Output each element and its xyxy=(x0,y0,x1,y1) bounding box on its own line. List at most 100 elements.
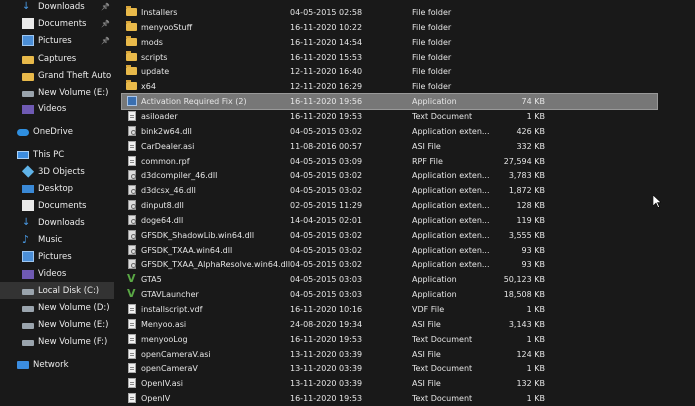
sidebar-item-label: Network xyxy=(33,359,69,370)
file-icon xyxy=(126,317,137,332)
file-size: 426 KB xyxy=(516,126,545,136)
file-size xyxy=(500,20,545,35)
file-row[interactable]: Installers 04-05-2015 02:58 File folder xyxy=(122,5,657,20)
file-size: 93 KB xyxy=(521,245,545,255)
file-date-modified: 16-11-2020 10:22 xyxy=(290,22,363,32)
drive-icon xyxy=(22,340,34,346)
file-row[interactable]: installscript.vdf 16-11-2020 10:16 VDF Fil… xyxy=(122,302,657,317)
file-row[interactable]: asiloader 16-11-2020 19:53 Text Document 1 … xyxy=(122,109,657,124)
file-row[interactable]: menyooLog 16-11-2020 19:53 Text Document 1 … xyxy=(122,332,657,347)
file-date-modified: 02-05-2015 11:29 xyxy=(290,201,363,211)
sidebar-item-label: This PC xyxy=(33,149,65,160)
sidebar-item-grand-theft-auto-v[interactable]: Grand Theft Auto V xyxy=(0,67,114,84)
dll-file-icon xyxy=(126,183,137,198)
sidebar-item-downloads[interactable]: ↓ Downloads xyxy=(0,214,114,231)
sidebar-item-videos[interactable]: Videos xyxy=(0,100,114,117)
file-icon xyxy=(126,109,137,124)
file-row[interactable]: openCameraV.asi 13-11-2020 03:39 ASI File 1… xyxy=(122,347,657,362)
sidebar-item-label: Desktop xyxy=(38,183,74,194)
sidebar-item-label: Music xyxy=(38,234,63,245)
file-type: Application exten... xyxy=(412,245,490,255)
file-date-modified: 16-11-2020 19:53 xyxy=(290,111,363,121)
sidebar-item-downloads[interactable]: ↓ Downloads 📌 xyxy=(0,0,114,15)
file-row[interactable]: common.rpf 04-05-2015 03:09 RPF File 27,594… xyxy=(122,154,657,169)
file-row[interactable]: GFSDK_ShadowLib.win64.dll 04-05-2015 03:0… xyxy=(122,228,657,243)
file-type: ASI File xyxy=(412,379,441,389)
sidebar-item-this-pc[interactable]: This PC xyxy=(0,146,114,163)
file-row[interactable]: update 12-11-2020 16:40 File folder xyxy=(122,64,657,79)
file-size xyxy=(500,64,545,79)
file-row[interactable]: d3dcsx_46.dll 04-05-2015 03:02 Application… xyxy=(122,183,657,198)
file-row[interactable]: mods 16-11-2020 14:54 File folder xyxy=(122,35,657,50)
sidebar-item-videos[interactable]: Videos xyxy=(0,265,114,282)
file-row[interactable]: Menyoo.asi 24-08-2020 19:34 ASI File 3,143 … xyxy=(122,317,657,332)
sidebar-item-new-volume-f[interactable]: New Volume (F:) xyxy=(0,333,114,350)
file-row[interactable]: d3dcompiler_46.dll 04-05-2015 03:02 Applic… xyxy=(122,168,657,183)
file-type: Application exten... xyxy=(412,260,490,270)
sidebar-item-label: Local Disk (C:) xyxy=(38,285,100,296)
sidebar-item-onedrive[interactable]: OneDrive xyxy=(0,123,114,140)
file-row[interactable]: GFSDK_TXAA_AlphaResolve.win64.dll 04-05-2… xyxy=(122,257,657,272)
file-row[interactable]: x64 12-11-2020 16:29 File folder xyxy=(122,79,657,94)
file-row[interactable]: Activation Required Fix (2) 16-11-2020 19… xyxy=(121,93,658,111)
sidebar-item-label: Pictures xyxy=(38,35,72,46)
file-row[interactable]: GFSDK_TXAA.win64.dll 04-05-2015 03:02 Appl… xyxy=(122,243,657,258)
sidebar-item-label: New Volume (F:) xyxy=(38,336,108,347)
pictures-icon xyxy=(22,251,34,262)
3d-objects-icon xyxy=(21,165,35,178)
sidebar-item-label: New Volume (D:) xyxy=(38,302,110,313)
file-date-modified: 16-11-2020 14:54 xyxy=(290,37,363,47)
sidebar-item-label: Downloads xyxy=(38,217,85,228)
file-date-modified: 13-11-2020 03:39 xyxy=(290,349,363,359)
sidebar-item-network[interactable]: Network xyxy=(0,356,114,373)
file-row[interactable]: menyooStuff 16-11-2020 10:22 File folder xyxy=(122,20,657,35)
drive-icon xyxy=(22,289,34,295)
file-name: GFSDK_ShadowLib.win64.dll xyxy=(141,230,255,240)
desktop-icon xyxy=(22,185,34,193)
sidebar-item-new-volume-d[interactable]: New Volume (D:) xyxy=(0,299,114,316)
documents-icon xyxy=(22,200,34,211)
file-row[interactable]: bink2w64.dll 04-05-2015 03:02 Application … xyxy=(122,124,657,139)
sidebar-item-new-volume-e[interactable]: New Volume (E:) xyxy=(0,84,114,101)
file-row[interactable]: V GTAVLauncher 04-05-2015 03:03 Application… xyxy=(122,287,657,302)
folder-icon xyxy=(126,64,137,79)
file-type: Application exten... xyxy=(412,126,490,136)
drive-icon xyxy=(22,306,34,312)
file-row[interactable]: CarDealer.asi 11-08-2016 00:57 ASI File 332… xyxy=(122,139,657,154)
file-size: 93 KB xyxy=(521,260,545,270)
music-icon: ♪ xyxy=(22,233,30,246)
sidebar-item-documents[interactable]: Documents xyxy=(0,197,114,214)
file-type: ASI File xyxy=(412,319,441,329)
file-row[interactable]: dinput8.dll 02-05-2015 11:29 Application e… xyxy=(122,198,657,213)
sidebar-item-local-disk-c[interactable]: Local Disk (C:) xyxy=(0,282,114,299)
sidebar-item-desktop[interactable]: Desktop xyxy=(0,180,114,197)
sidebar-item-documents[interactable]: Documents 📌 xyxy=(0,15,114,32)
download-arrow-icon: ↓ xyxy=(22,217,31,228)
file-name: d3dcsx_46.dll xyxy=(141,186,196,196)
sidebar-item-music[interactable]: ♪ Music xyxy=(0,231,114,248)
pin-icon: 📌 xyxy=(101,19,110,28)
sidebar-item-pictures[interactable]: Pictures xyxy=(0,248,114,265)
folder-icon xyxy=(22,72,34,81)
file-row[interactable]: V GTA5 04-05-2015 03:03 Application 50,123 K… xyxy=(122,272,657,287)
file-name: GFSDK_TXAA_AlphaResolve.win64.dll xyxy=(141,260,291,270)
file-size xyxy=(500,5,545,20)
documents-icon xyxy=(22,18,34,29)
file-name: dinput8.dll xyxy=(141,201,184,211)
file-name: Menyoo.asi xyxy=(141,319,187,329)
sidebar-item-new-volume-e[interactable]: New Volume (E:) xyxy=(0,316,114,333)
file-date-modified: 16-11-2020 10:16 xyxy=(290,305,363,314)
file-row[interactable]: OpenIV.asi 13-11-2020 03:39 ASI File 132 KB xyxy=(122,376,657,391)
dll-file-icon xyxy=(126,198,137,213)
file-row[interactable]: doge64.dll 14-04-2015 02:01 Application ex… xyxy=(122,213,657,228)
sidebar-item-label: Grand Theft Auto V xyxy=(38,70,114,81)
sidebar-item-3d-objects[interactable]: 3D Objects xyxy=(0,163,114,180)
file-name: menyooLog xyxy=(141,334,188,344)
file-icon xyxy=(126,361,137,376)
sidebar-item-captures[interactable]: Captures xyxy=(0,50,114,67)
file-type: Application xyxy=(412,290,457,300)
sidebar-item-pictures[interactable]: Pictures 📌 xyxy=(0,32,114,49)
file-row[interactable]: scripts 16-11-2020 15:53 File folder xyxy=(122,50,657,65)
file-row[interactable]: openCameraV 13-11-2020 03:39 Text Document… xyxy=(122,361,657,376)
sidebar-item-label: Videos xyxy=(38,268,67,279)
